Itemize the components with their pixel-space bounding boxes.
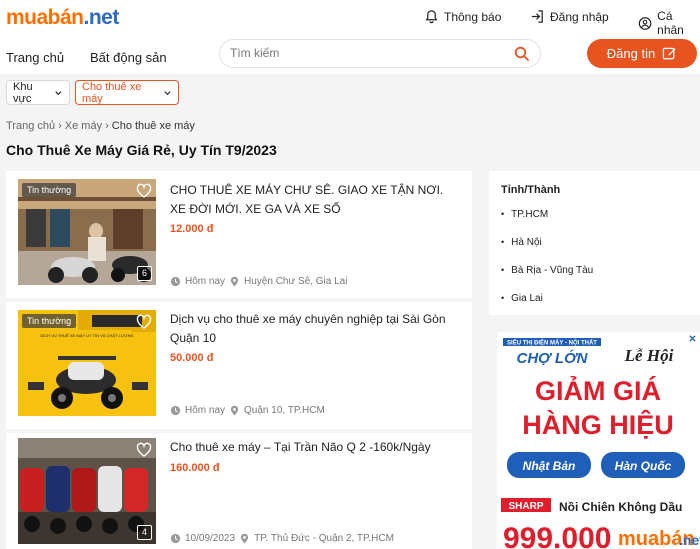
- clock-icon: [170, 276, 181, 287]
- province-filter-panel: Tỉnh/Thành • TP.HCM • Hà Nội • Bà Rịa - Vũn…: [489, 171, 700, 315]
- breadcrumb-separator: ›: [58, 120, 62, 132]
- region-filter-label: Khu vực: [13, 80, 33, 105]
- heart-icon[interactable]: [136, 442, 152, 458]
- ad-festival: Lễ Hội: [624, 346, 674, 365]
- login-icon: [531, 10, 543, 23]
- listing-price: 160.000 đ: [170, 462, 220, 474]
- listing-photo[interactable]: 4: [18, 438, 156, 544]
- listing-time: 10/09/2023: [185, 533, 236, 544]
- listing-meta: 10/09/2023 TP. Thủ Đức - Quận 2, TP.HCM: [170, 533, 394, 544]
- menu-home[interactable]: Trang chủ: [6, 50, 64, 65]
- province-item[interactable]: • Bà Rịa - Vũng Tàu: [501, 265, 593, 276]
- listing-price: 50.000 đ: [170, 352, 214, 364]
- bullet: •: [501, 293, 505, 303]
- location-pin-icon: [240, 533, 249, 544]
- ad-tag-korea: Hàn Quốc: [615, 459, 672, 473]
- ad-store-name: CHỢ LỚN: [517, 349, 589, 367]
- bullet: •: [501, 209, 505, 219]
- ad-tag-japan: Nhật Bản: [523, 459, 576, 473]
- clock-icon: [170, 405, 181, 416]
- region-filter[interactable]: Khu vực: [6, 80, 70, 105]
- edit-icon: [662, 47, 676, 60]
- login-link[interactable]: Đăng nhập: [530, 9, 609, 24]
- account-label: Cá nhân: [657, 9, 684, 37]
- listing-meta: Hôm nay Huyện Chư Sê, Gia Lai: [170, 276, 347, 287]
- category-filter[interactable]: Cho thuê xe máy: [75, 80, 179, 105]
- account-link[interactable]: Cá nhân: [638, 9, 700, 37]
- breadcrumb-home[interactable]: Trang chủ: [6, 120, 55, 132]
- site-header: muabán.net Thông báo Đăng nhập Cá nhân T…: [0, 0, 700, 74]
- category-filter-label: Cho thuê xe máy: [82, 80, 142, 105]
- photo-count-badge: 6: [137, 266, 152, 281]
- listing-photo[interactable]: DỊCH VỤ THUÊ XE MÁY UY TÍN VÀ CHẤT LƯỢNG…: [18, 310, 156, 416]
- page-title: Cho Thuê Xe Máy Giá Rẻ, Uy Tín T9/2023: [6, 142, 277, 158]
- listing-photo[interactable]: Tin thường 6: [18, 179, 156, 285]
- listing-card[interactable]: DỊCH VỤ THUÊ XE MÁY UY TÍN VÀ CHẤT LƯỢNG…: [6, 302, 472, 429]
- listing-title[interactable]: Dịch vụ cho thuê xe máy chuyên nghiệp tạ…: [170, 310, 460, 348]
- province-label: Hà Nội: [511, 237, 542, 248]
- bullet: •: [501, 237, 505, 247]
- site-logo[interactable]: muabán.net: [6, 6, 119, 30]
- ad-product: Nồi Chiên Không Dầu: [559, 500, 682, 514]
- breadcrumb-separator: ›: [105, 120, 109, 132]
- logo-domain: .net: [83, 6, 120, 29]
- logo-text: muabán: [6, 6, 84, 29]
- breadcrumb-current: Cho thuê xe máy: [111, 120, 195, 132]
- menu-real-estate[interactable]: Bất động sản: [90, 50, 167, 65]
- location-pin-icon: [230, 276, 239, 287]
- post-ad-label: Đăng tin: [606, 46, 656, 61]
- banner-text: DỊCH VỤ THUÊ XE MÁY UY TÍN VÀ CHẤT LƯỢNG: [40, 333, 133, 338]
- province-item[interactable]: • TP.HCM: [501, 209, 548, 220]
- listing-title[interactable]: Cho thuê xe máy – Tại Trần Não Q 2 -160k…: [170, 438, 460, 457]
- search-icon[interactable]: [514, 46, 530, 62]
- notifications-label: Thông báo: [444, 9, 502, 24]
- post-ad-button[interactable]: Đăng tin: [587, 39, 697, 68]
- location-pin-icon: [230, 405, 239, 416]
- listing-time: Hôm nay: [185, 276, 226, 287]
- ad-top-line: SIÊU THỊ ĐIỆN MÁY - NỘI THẤT: [507, 339, 597, 347]
- heart-icon[interactable]: [136, 183, 152, 199]
- breadcrumb: Trang chủ › Xe máy › Cho thuê xe máy: [6, 120, 195, 132]
- user-icon: [638, 16, 652, 30]
- ad-headline-2: HÀNG HIỆU: [522, 409, 674, 440]
- bell-icon: [425, 10, 438, 24]
- breadcrumb-motorbikes[interactable]: Xe máy: [65, 120, 102, 132]
- province-item[interactable]: • Hà Nội: [501, 237, 542, 248]
- advertisement-banner[interactable]: SIÊU THỊ ĐIỆN MÁY - NỘI THẤT CHỢ LỚN Lễ …: [497, 332, 700, 549]
- photo-count-badge: 4: [137, 525, 152, 540]
- listing-tag: Tin thường: [22, 183, 77, 197]
- listing-price: 12.000 đ: [170, 223, 214, 235]
- ad-price: 999.000: [503, 522, 611, 549]
- listing-time: Hôm nay: [185, 405, 226, 416]
- province-heading: Tỉnh/Thành: [501, 184, 561, 196]
- listing-card[interactable]: 4 Cho thuê xe máy – Tại Trần Não Q 2 -16…: [6, 433, 472, 549]
- bullet: •: [501, 265, 505, 275]
- listing-location: Quận 10, TP.HCM: [244, 405, 325, 416]
- province-item[interactable]: • Gia Lai: [501, 293, 543, 304]
- chevron-down-icon: [55, 90, 62, 95]
- listing-location: Huyện Chư Sê, Gia Lai: [244, 276, 348, 287]
- ad-headline-1: GIẢM GIÁ: [535, 374, 661, 406]
- ad-artwork: SIÊU THỊ ĐIỆN MÁY - NỘI THẤT CHỢ LỚN Lễ …: [497, 332, 700, 549]
- heart-icon[interactable]: [136, 314, 152, 330]
- listing-tag: Tin thường: [22, 314, 77, 328]
- search-input[interactable]: [230, 46, 500, 60]
- clock-icon: [170, 533, 181, 544]
- province-label: Bà Rịa - Vũng Tàu: [511, 265, 594, 276]
- watermark-domain: .net: [679, 532, 700, 548]
- listing-meta: Hôm nay Quận 10, TP.HCM: [170, 405, 325, 416]
- ad-close-icon[interactable]: [688, 334, 697, 343]
- listing-card[interactable]: Tin thường 6 CHO THUÊ XE MÁY CHƯ SÊ. GIA…: [6, 171, 472, 298]
- ad-brand: SHARP: [508, 501, 543, 512]
- listing-location: TP. Thủ Đức - Quận 2, TP.HCM: [254, 533, 394, 544]
- province-label: Gia Lai: [511, 293, 543, 304]
- chevron-down-icon: [164, 90, 171, 95]
- province-label: TP.HCM: [511, 209, 549, 220]
- notifications-link[interactable]: Thông báo: [424, 9, 501, 24]
- login-label: Đăng nhập: [550, 9, 609, 24]
- listing-title[interactable]: CHO THUÊ XE MÁY CHƯ SÊ. GIAO XE TẬN NƠI.…: [170, 181, 460, 219]
- search-bar: [219, 39, 541, 68]
